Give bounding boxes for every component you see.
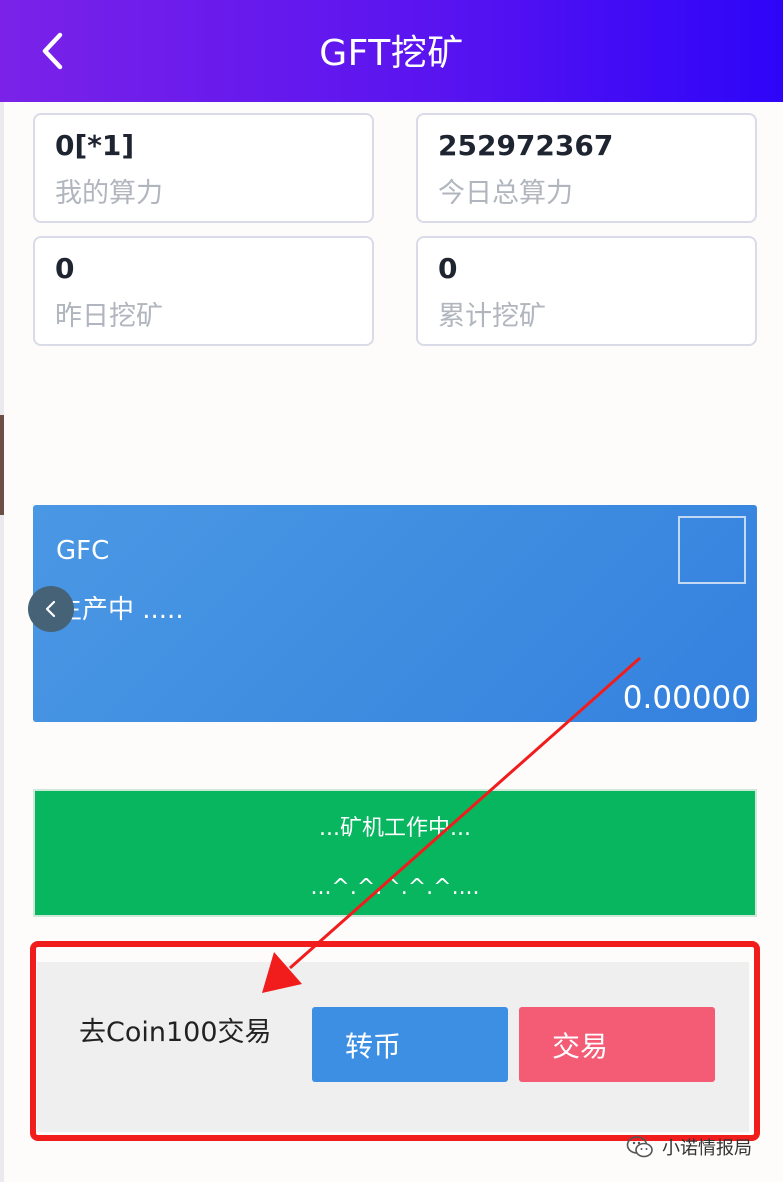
stat-label: 我的算力 xyxy=(55,178,163,209)
stat-value: 0 xyxy=(55,252,75,285)
miner-status-animation: ...^.^.^.^.^.... xyxy=(310,875,480,900)
stat-label: 今日总算力 xyxy=(438,178,573,209)
page-title: GFT挖矿 xyxy=(319,33,464,74)
stat-card-my-hashrate: 0[*1] 我的算力 xyxy=(33,113,374,223)
annotation-highlight-box xyxy=(30,941,760,1141)
carousel-prev-button[interactable] xyxy=(28,586,74,632)
stat-value: 0[*1] xyxy=(55,129,135,162)
header-bar: GFT挖矿 xyxy=(0,0,783,102)
coin-image-placeholder xyxy=(678,516,746,584)
wechat-icon xyxy=(626,1136,653,1158)
coin-name: GFC xyxy=(56,536,110,566)
mining-card[interactable]: GFC 生产中 ..... 0.00000 xyxy=(33,505,757,722)
mined-amount: 0.00000 xyxy=(622,680,751,716)
stat-value: 0 xyxy=(438,252,458,285)
stat-card-total-hashrate: 252972367 今日总算力 xyxy=(416,113,757,223)
miner-status-panel: ...矿机工作中... ...^.^.^.^.^.... xyxy=(33,789,757,917)
stat-card-yesterday-mined: 0 昨日挖矿 xyxy=(33,236,374,346)
watermark: 小诺情报局 xyxy=(626,1130,752,1164)
mining-page: GFT挖矿 0[*1] 我的算力 252972367 今日总算力 0 昨日挖矿 … xyxy=(0,0,783,1182)
miner-status-text: ...矿机工作中... xyxy=(319,816,471,841)
stat-value: 252972367 xyxy=(438,129,614,162)
stat-card-total-mined: 0 累计挖矿 xyxy=(416,236,757,346)
stat-label: 昨日挖矿 xyxy=(55,301,163,332)
mining-status: 生产中 ..... xyxy=(56,595,184,625)
stat-label: 累计挖矿 xyxy=(438,301,546,332)
left-edge-mark xyxy=(0,415,4,515)
chevron-left-icon xyxy=(45,600,56,618)
left-edge-strip xyxy=(0,0,4,1182)
watermark-text: 小诺情报局 xyxy=(662,1138,752,1159)
